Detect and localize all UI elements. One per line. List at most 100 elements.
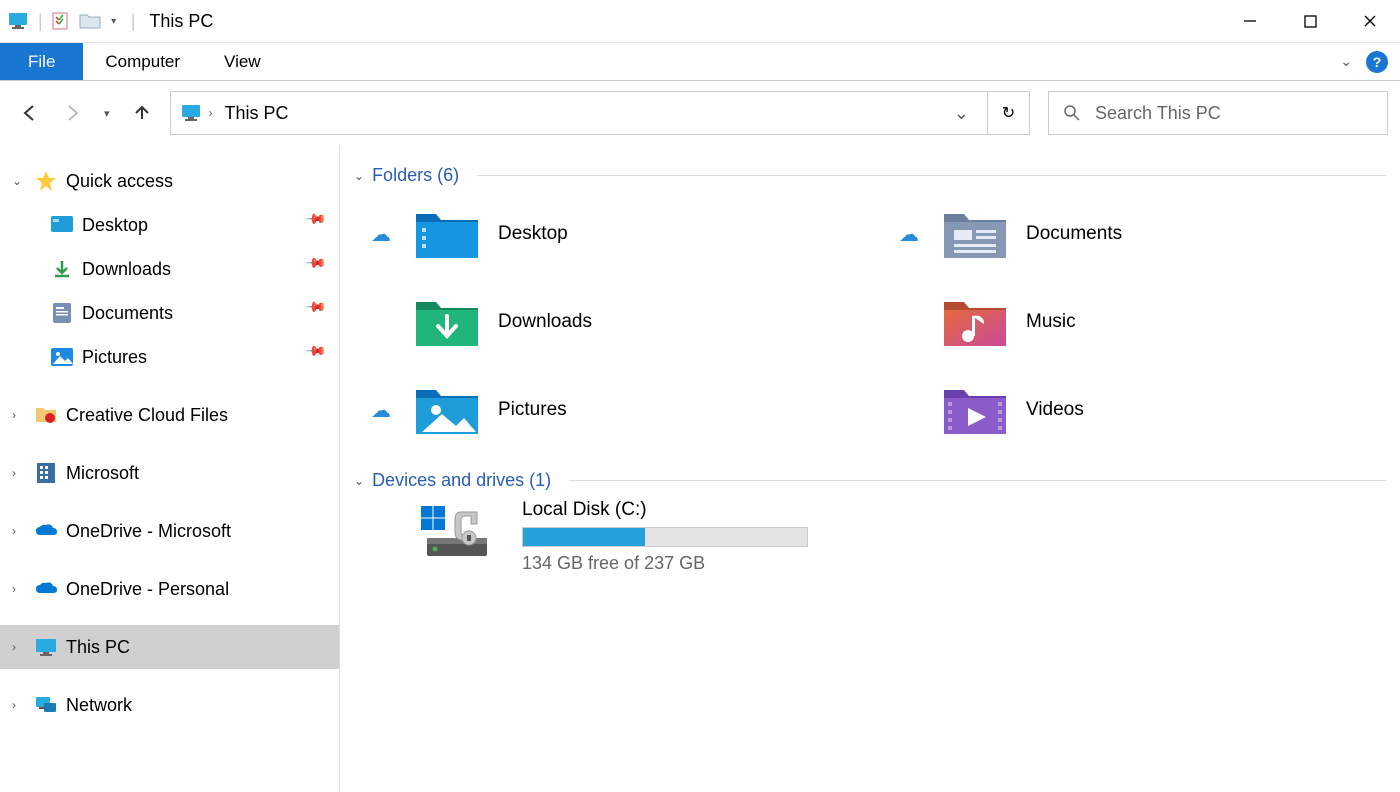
ribbon-tab-computer[interactable]: Computer [83,43,202,80]
pictures-icon [50,346,74,368]
folder-item-documents[interactable]: ☁ Documents [888,192,1386,276]
up-button[interactable] [132,103,152,123]
forward-button[interactable] [62,103,82,123]
tree-item-pictures[interactable]: Pictures 📌 [0,335,339,379]
search-icon [1063,104,1081,122]
recent-locations-dropdown[interactable]: ▾ [104,107,110,120]
tree-quick-access[interactable]: ⌄ Quick access [0,159,339,203]
content-pane: ⌄ Folders (6) ☁ Desktop ☁ Documents [340,145,1400,792]
cloud-icon: ☁ [366,398,396,423]
drive-free-text: 134 GB free of 237 GB [522,553,808,574]
tree-item-onedrive-ms[interactable]: › OneDrive - Microsoft [0,509,339,553]
divider [477,175,1386,176]
onedrive-icon [34,520,58,542]
tree-label: Desktop [82,215,148,236]
chevron-right-icon[interactable]: › [12,408,26,422]
folder-label: Documents [1026,223,1122,245]
minimize-button[interactable] [1220,0,1280,43]
chevron-right-icon[interactable]: › [12,524,26,538]
tree-item-desktop[interactable]: Desktop 📌 [0,203,339,247]
chevron-right-icon[interactable]: › [12,582,26,596]
separator: | [34,11,47,32]
tree-item-downloads[interactable]: Downloads 📌 [0,247,339,291]
close-button[interactable] [1340,0,1400,43]
tree-label: Downloads [82,259,171,280]
chevron-right-icon[interactable]: › [201,106,225,120]
folder-label: Desktop [498,223,568,245]
tree-item-onedrive-personal[interactable]: › OneDrive - Personal [0,567,339,611]
tree-label: OneDrive - Microsoft [66,521,231,542]
star-icon [34,170,58,192]
pc-icon [181,104,201,122]
pin-icon: 📌 [303,294,340,331]
group-title: Devices and drives (1) [372,470,551,491]
maximize-button[interactable] [1280,0,1340,43]
breadcrumb-location[interactable]: This PC [225,103,289,124]
ribbon-collapse-icon[interactable]: ⌄ [1340,53,1352,70]
group-header-drives[interactable]: ⌄ Devices and drives (1) [354,470,1386,491]
folder-label: Music [1026,311,1076,333]
tree-item-network[interactable]: › Network [0,683,339,727]
tree-label: Microsoft [66,463,139,484]
tree-label: Network [66,695,132,716]
tree-item-documents[interactable]: Documents 📌 [0,291,339,335]
drive-usage-fill [523,528,645,546]
back-button[interactable] [20,103,40,123]
folder-label: Videos [1026,399,1084,421]
folder-item-music[interactable]: Music [888,280,1386,364]
tree-item-this-pc[interactable]: › This PC [0,625,339,669]
tree-label: OneDrive - Personal [66,579,229,600]
pin-icon: 📌 [303,206,340,243]
drive-name: Local Disk (C:) [522,499,808,521]
cloud-icon: ☁ [366,222,396,247]
qat-folder-icon[interactable] [77,8,103,34]
ribbon-tab-file[interactable]: File [0,43,83,80]
chevron-down-icon[interactable]: ⌄ [354,169,364,183]
separator: | [127,11,140,32]
divider [569,480,1386,481]
app-icon [8,11,28,31]
address-bar[interactable]: › This PC ⌄ [170,91,988,135]
pin-icon: 📌 [303,338,340,375]
window-title: This PC [139,11,213,32]
help-button[interactable]: ? [1366,51,1388,73]
desktop-folder-icon [412,207,482,261]
pc-icon [34,636,58,658]
pictures-folder-icon [412,383,482,437]
ribbon-tabs: File Computer View ⌄ ? [0,43,1400,81]
folder-item-downloads[interactable]: Downloads [360,280,858,364]
drive-item-c[interactable]: Local Disk (C:) 134 GB free of 237 GB [360,499,1386,574]
tree-item-microsoft[interactable]: › Microsoft [0,451,339,495]
chevron-down-icon[interactable]: ⌄ [354,474,364,488]
folder-item-desktop[interactable]: ☁ Desktop [360,192,858,276]
qat-properties-icon[interactable] [47,8,73,34]
drive-usage-bar [522,527,808,547]
folder-item-videos[interactable]: Videos [888,368,1386,452]
chevron-right-icon[interactable]: › [12,640,26,654]
navigation-bar: ▾ › This PC ⌄ ↻ Search This PC [0,81,1400,145]
folder-item-pictures[interactable]: ☁ Pictures [360,368,858,452]
chevron-right-icon[interactable]: › [12,466,26,480]
title-bar: | ▾ | This PC [0,0,1400,43]
tree-item-creative-cloud[interactable]: › Creative Cloud Files [0,393,339,437]
tree-label: Creative Cloud Files [66,405,228,426]
ribbon-tab-view[interactable]: View [202,43,283,80]
search-input[interactable]: Search This PC [1048,91,1388,135]
chevron-right-icon[interactable]: › [12,698,26,712]
search-placeholder: Search This PC [1095,103,1221,124]
navigation-pane: ⌄ Quick access Desktop 📌 Downloads 📌 Doc… [0,145,340,792]
tree-label: Pictures [82,347,147,368]
group-title: Folders (6) [372,165,459,186]
refresh-button[interactable]: ↻ [988,91,1030,135]
folder-label: Downloads [498,311,592,333]
onedrive-icon [34,578,58,600]
videos-folder-icon [940,383,1010,437]
cloud-icon: ☁ [894,222,924,247]
tree-label: Documents [82,303,173,324]
folder-icon [34,404,58,426]
qat-dropdown-icon[interactable]: ▾ [101,8,127,34]
address-dropdown-icon[interactable]: ⌄ [946,103,977,124]
building-icon [34,462,58,484]
group-header-folders[interactable]: ⌄ Folders (6) [354,165,1386,186]
chevron-down-icon[interactable]: ⌄ [12,174,26,188]
